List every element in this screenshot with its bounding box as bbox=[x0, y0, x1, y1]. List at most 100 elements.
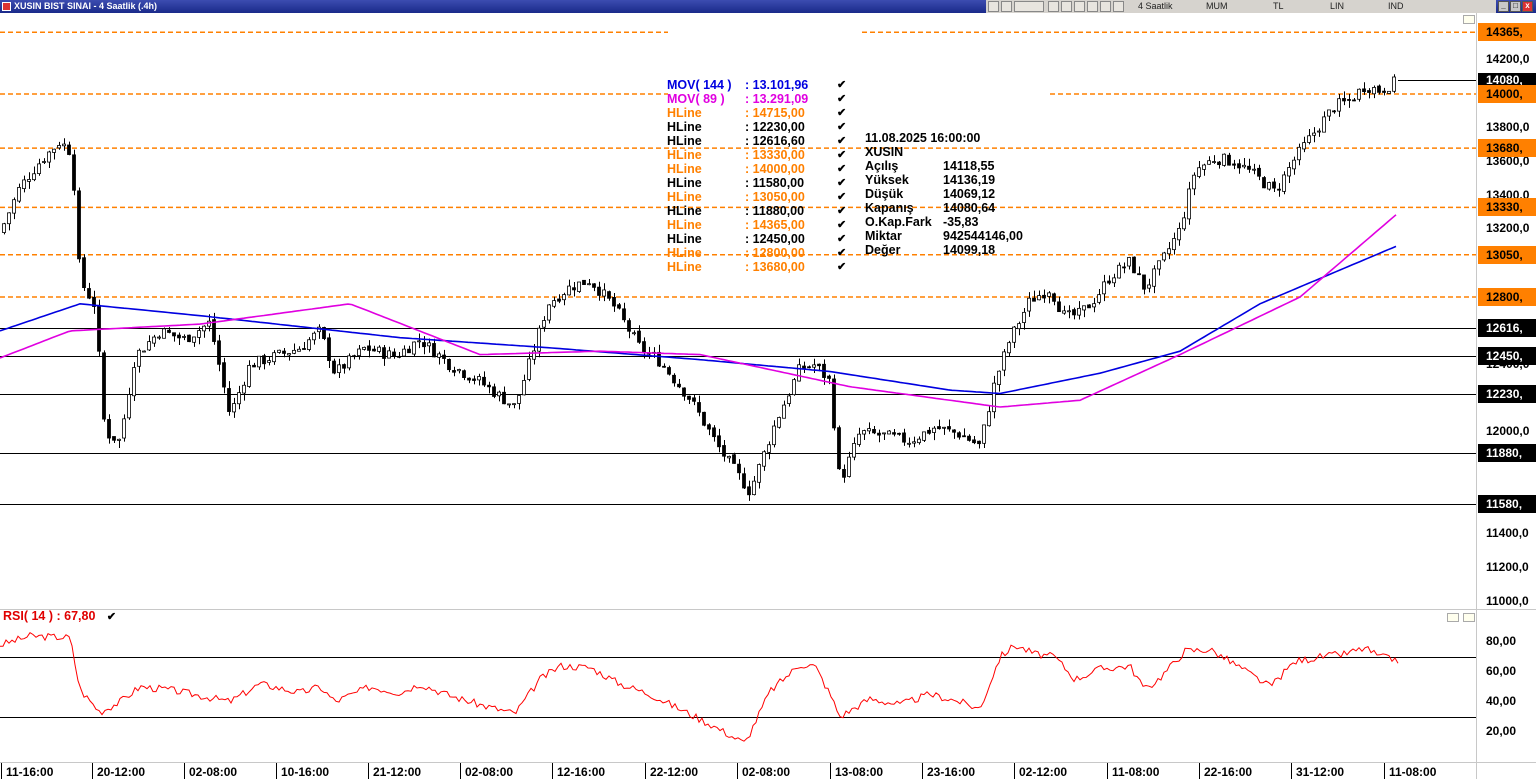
time-axis-label: 02-08:00 bbox=[189, 765, 238, 779]
candle-down bbox=[217, 340, 221, 365]
toolbar-icon-9[interactable] bbox=[1113, 1, 1124, 12]
legend-checkbox[interactable]: ✔ bbox=[837, 260, 846, 274]
candle-down bbox=[1347, 99, 1351, 101]
candle-up bbox=[152, 336, 156, 344]
candle-up bbox=[982, 424, 986, 444]
candle-up bbox=[27, 179, 31, 182]
toolbar-icon-7[interactable] bbox=[1087, 1, 1098, 12]
candle-up bbox=[1002, 351, 1006, 371]
candle-up bbox=[552, 300, 556, 307]
toolbar-icon-5[interactable] bbox=[1061, 1, 1072, 12]
candle-up bbox=[1222, 153, 1226, 166]
legend-checkbox[interactable]: ✔ bbox=[837, 78, 846, 92]
toolbar-icon-4[interactable] bbox=[1048, 1, 1059, 12]
candle-up bbox=[797, 364, 801, 382]
toolbar-icon-6[interactable] bbox=[1074, 1, 1085, 12]
time-axis-tick bbox=[1014, 763, 1015, 779]
maximize-button[interactable]: □ bbox=[1510, 1, 1521, 12]
candle-down bbox=[97, 304, 101, 352]
legend-name: HLine bbox=[667, 148, 702, 162]
candle-down bbox=[482, 376, 486, 386]
legend-checkbox[interactable]: ✔ bbox=[837, 120, 846, 134]
legend-checkbox[interactable]: ✔ bbox=[837, 246, 846, 260]
legend-checkbox[interactable]: ✔ bbox=[837, 232, 846, 246]
candle-down bbox=[1342, 98, 1346, 102]
candle-down bbox=[1367, 90, 1371, 93]
time-axis-tick bbox=[830, 763, 831, 779]
legend-name: HLine bbox=[667, 120, 702, 134]
candle-down bbox=[487, 384, 491, 388]
candle-up bbox=[942, 426, 946, 429]
candle-down bbox=[747, 486, 751, 496]
time-axis-label: 02-08:00 bbox=[742, 765, 791, 779]
legend-checkbox[interactable]: ✔ bbox=[837, 162, 846, 176]
candle-up bbox=[532, 350, 536, 360]
legend-checkbox[interactable]: ✔ bbox=[837, 134, 846, 148]
toolbar-icon-1[interactable] bbox=[988, 1, 999, 12]
candle-up bbox=[287, 353, 291, 356]
rsi-panel-close-icon[interactable] bbox=[1463, 613, 1475, 622]
currency-selector[interactable]: TL bbox=[1273, 0, 1284, 13]
candle-down bbox=[742, 473, 746, 489]
candle-down bbox=[597, 286, 601, 296]
candle-up bbox=[777, 417, 781, 428]
candle-down bbox=[842, 469, 846, 478]
candle-down bbox=[72, 154, 76, 191]
period-selector[interactable]: 4 Saatlik bbox=[1138, 0, 1173, 13]
candle-up bbox=[1197, 167, 1201, 177]
candle-up bbox=[772, 425, 776, 446]
candle-down bbox=[1277, 188, 1281, 191]
legend-name: MOV( 89 ) bbox=[667, 92, 725, 106]
candle-up bbox=[347, 355, 351, 369]
legend-checkbox[interactable]: ✔ bbox=[837, 106, 846, 120]
legend-checkbox[interactable]: ✔ bbox=[837, 176, 846, 190]
toolbar-icon-8[interactable] bbox=[1100, 1, 1111, 12]
candle-up bbox=[1307, 135, 1311, 143]
rsi-axis-label: 40,00 bbox=[1486, 693, 1517, 708]
candle-up bbox=[1152, 268, 1156, 287]
indicator-selector[interactable]: IND bbox=[1388, 0, 1404, 13]
candle-down bbox=[722, 445, 726, 457]
candle-down bbox=[1332, 110, 1336, 113]
info-key: Kapanış bbox=[865, 201, 914, 215]
time-axis-tick bbox=[460, 763, 461, 779]
candle-up bbox=[42, 161, 46, 163]
candle-down bbox=[502, 391, 506, 405]
legend-checkbox[interactable]: ✔ bbox=[837, 148, 846, 162]
panel-options-icon[interactable] bbox=[1463, 15, 1475, 24]
candle-up bbox=[567, 285, 571, 296]
time-axis-label: 22-12:00 bbox=[650, 765, 699, 779]
legend-checkbox[interactable]: ✔ bbox=[837, 190, 846, 204]
rsi-panel-settings-icon[interactable] bbox=[1447, 613, 1459, 622]
toolbar-icon-3[interactable] bbox=[1014, 1, 1044, 12]
legend-checkbox[interactable]: ✔ bbox=[837, 218, 846, 232]
candle-up bbox=[762, 451, 766, 467]
legend-value: : 11880,00 bbox=[745, 204, 805, 218]
candle-up bbox=[542, 320, 546, 328]
candle-up bbox=[562, 294, 566, 301]
candle-up bbox=[1082, 305, 1086, 311]
candle-down bbox=[342, 364, 346, 369]
minimize-button[interactable]: _ bbox=[1498, 1, 1509, 12]
toolbar-icon-2[interactable] bbox=[1001, 1, 1012, 12]
info-key: Miktar bbox=[865, 229, 902, 243]
rsi-visible-checkbox[interactable]: ✔ bbox=[107, 611, 116, 623]
candle-up bbox=[497, 391, 501, 397]
close-button[interactable]: x bbox=[1522, 1, 1533, 12]
app-icon[interactable] bbox=[2, 2, 11, 11]
legend-checkbox[interactable]: ✔ bbox=[837, 92, 846, 106]
candle-up bbox=[417, 340, 421, 343]
legend-name: HLine bbox=[667, 232, 702, 246]
candle-up bbox=[2, 223, 6, 233]
legend-value: : 13.291,09 bbox=[745, 92, 809, 106]
candle-up bbox=[437, 353, 441, 358]
legend-checkbox[interactable]: ✔ bbox=[837, 204, 846, 218]
chart-type-selector[interactable]: MUM bbox=[1206, 0, 1228, 13]
candle-down bbox=[1122, 266, 1126, 269]
candle-down bbox=[657, 351, 661, 367]
candle-up bbox=[862, 430, 866, 435]
legend-name: HLine bbox=[667, 176, 702, 190]
time-axis-tick bbox=[1199, 763, 1200, 779]
candle-up bbox=[1297, 146, 1301, 161]
scale-selector[interactable]: LIN bbox=[1330, 0, 1344, 13]
